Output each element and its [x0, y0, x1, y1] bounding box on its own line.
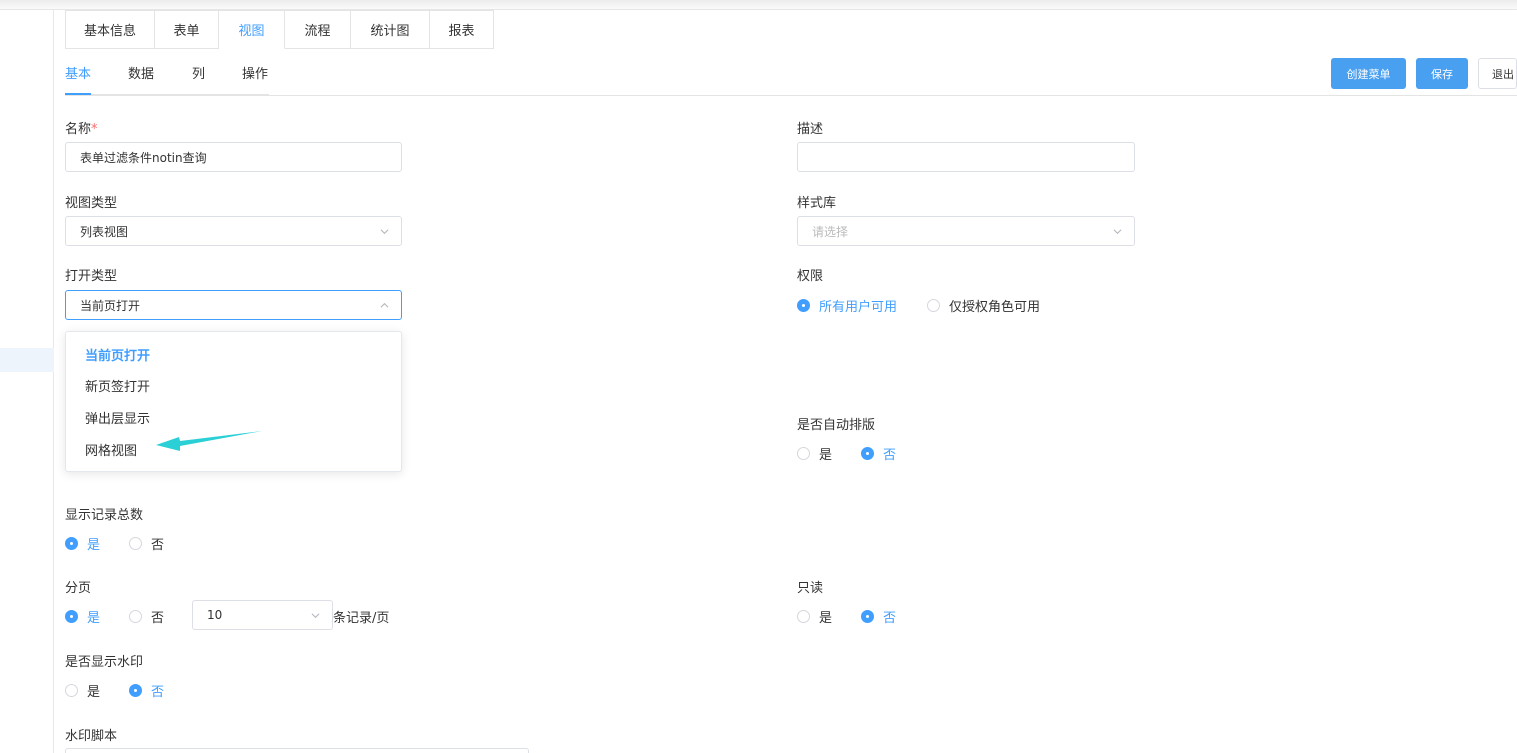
page-size-suffix: 条记录/页: [333, 611, 390, 626]
exit-button[interactable]: 退出: [1478, 58, 1517, 89]
chevron-up-icon: [380, 302, 389, 308]
style-library-select[interactable]: 请选择: [797, 216, 1135, 246]
name-input[interactable]: 表单过滤条件notin查询: [65, 142, 402, 172]
view-type-label: 视图类型: [65, 196, 118, 211]
radio-dot: [129, 684, 142, 697]
auto-layout-yes[interactable]: 是: [797, 444, 832, 463]
sub-tabs: 基本 数据 列 操作: [65, 49, 1517, 96]
subtab-basic[interactable]: 基本: [65, 63, 91, 82]
readonly-yes[interactable]: 是: [797, 607, 832, 626]
subtab-data[interactable]: 数据: [128, 63, 154, 82]
page-size-select[interactable]: 10: [192, 600, 333, 630]
left-sidebar: [0, 10, 54, 753]
chevron-down-icon: [380, 229, 389, 235]
tab-basic-info[interactable]: 基本信息: [65, 10, 155, 49]
radio-dot: [65, 537, 78, 550]
style-library-label: 样式库: [797, 196, 837, 211]
radio-dot: [129, 610, 142, 623]
description-input[interactable]: [797, 142, 1135, 172]
tab-view[interactable]: 视图: [219, 10, 285, 49]
radio-dot: [65, 610, 78, 623]
readonly-no[interactable]: 否: [861, 607, 896, 626]
show-total-yes[interactable]: 是: [65, 534, 100, 553]
watermark-yes[interactable]: 是: [65, 681, 100, 700]
radio-all-users[interactable]: 所有用户可用: [797, 296, 897, 315]
watermark-script-input[interactable]: [65, 748, 529, 753]
save-button[interactable]: 保存: [1416, 58, 1468, 89]
auto-layout-no[interactable]: 否: [861, 444, 896, 463]
radio-dot: [129, 537, 142, 550]
show-total-no[interactable]: 否: [129, 534, 164, 553]
tab-report[interactable]: 报表: [430, 10, 494, 49]
paging-label: 分页: [65, 581, 92, 596]
top-bar-shadow: [0, 0, 1517, 10]
paging-yes[interactable]: 是: [65, 607, 100, 626]
tab-chart[interactable]: 统计图: [351, 10, 430, 49]
subtab-track: [65, 94, 269, 95]
option-popup[interactable]: 弹出层显示: [85, 408, 150, 427]
watermark-label: 是否显示水印: [65, 655, 144, 670]
open-type-label: 打开类型: [65, 269, 118, 284]
radio-dot: [797, 610, 810, 623]
create-menu-button[interactable]: 创建菜单: [1331, 58, 1406, 89]
open-type-select[interactable]: 当前页打开: [65, 290, 402, 320]
watermark-no[interactable]: 否: [129, 681, 164, 700]
tab-flow[interactable]: 流程: [285, 10, 351, 49]
description-label: 描述: [797, 122, 824, 137]
radio-dot: [861, 610, 874, 623]
subtab-columns[interactable]: 列: [192, 63, 205, 82]
watermark-script-label: 水印脚本: [65, 729, 118, 744]
option-current-page[interactable]: 当前页打开: [85, 345, 150, 364]
radio-dot: [797, 447, 810, 460]
subtab-active-underline: [65, 93, 91, 95]
name-label: 名称*: [65, 122, 98, 137]
view-type-select[interactable]: 列表视图: [65, 216, 402, 246]
radio-authorized-roles[interactable]: 仅授权角色可用: [927, 296, 1040, 315]
subtab-actions[interactable]: 操作: [242, 63, 268, 82]
radio-dot: [797, 299, 810, 312]
paging-no[interactable]: 否: [129, 607, 164, 626]
chevron-down-icon: [1113, 229, 1122, 235]
auto-layout-label: 是否自动排版: [797, 418, 876, 433]
required-mark: *: [91, 122, 98, 137]
readonly-label: 只读: [797, 581, 824, 596]
option-new-tab[interactable]: 新页签打开: [85, 376, 150, 395]
show-total-label: 显示记录总数: [65, 508, 144, 523]
annotation-arrow-icon: [156, 431, 262, 451]
main-tabs: 基本信息 表单 视图 流程 统计图 报表: [65, 10, 494, 49]
tab-form[interactable]: 表单: [155, 10, 219, 49]
radio-dot: [927, 299, 940, 312]
sidebar-selected-item[interactable]: [0, 348, 54, 372]
radio-dot: [861, 447, 874, 460]
option-grid-view[interactable]: 网格视图: [85, 440, 137, 459]
radio-dot: [65, 684, 78, 697]
chevron-down-icon: [311, 613, 320, 619]
permission-label: 权限: [797, 269, 824, 284]
